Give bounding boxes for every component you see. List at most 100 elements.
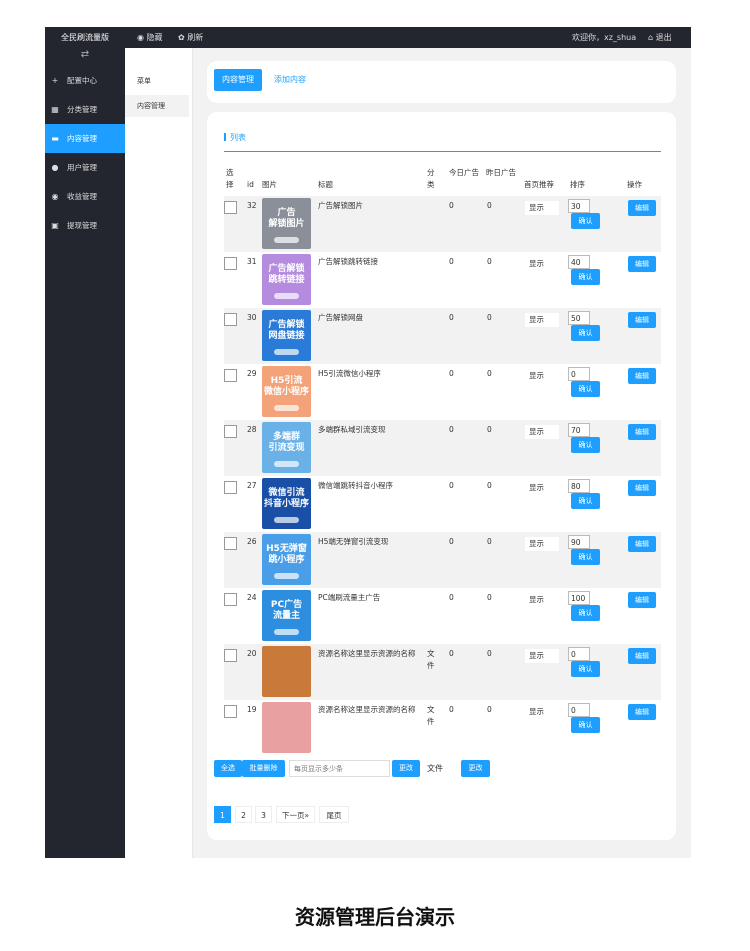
row-category: 文件 xyxy=(427,705,435,726)
tab-content-manage[interactable]: 内容管理 xyxy=(214,69,262,91)
confirm-button[interactable]: 确认 xyxy=(571,605,600,621)
thumbnail-pill xyxy=(274,237,299,243)
edit-button[interactable]: 编辑 xyxy=(628,536,656,552)
refresh-button[interactable]: ✿ 刷新 xyxy=(178,27,203,48)
sort-input[interactable] xyxy=(568,591,590,605)
gear-icon: ✿ xyxy=(178,33,185,42)
row-today: 0 xyxy=(449,705,454,714)
edit-button[interactable]: 编辑 xyxy=(628,592,656,608)
edit-button[interactable]: 编辑 xyxy=(628,648,656,664)
row-thumbnail xyxy=(262,646,311,697)
col-category: 分类 xyxy=(427,168,435,189)
row-checkbox[interactable] xyxy=(224,425,237,438)
sidebar-item-config[interactable]: + 配置中心 xyxy=(45,66,125,95)
sidebar-item-category[interactable]: ▦ 分类管理 xyxy=(45,95,125,124)
tab-add-content[interactable]: 添加内容 xyxy=(266,69,314,91)
edit-button[interactable]: 编辑 xyxy=(628,424,656,440)
sub-sidebar-item-content[interactable]: 内容管理 xyxy=(125,95,189,117)
batch-delete-button[interactable]: 批量删除 xyxy=(242,760,285,777)
row-checkbox[interactable] xyxy=(224,313,237,326)
home-recommend-select[interactable]: 显示 xyxy=(525,537,559,551)
row-today: 0 xyxy=(449,425,454,434)
row-checkbox[interactable] xyxy=(224,649,237,662)
table-row: 29 H5引流 微信小程序 H5引流微信小程序 0 0 显示确认 编辑 xyxy=(224,364,661,420)
confirm-button[interactable]: 确认 xyxy=(571,269,600,285)
confirm-button[interactable]: 确认 xyxy=(571,661,600,677)
thumbnail-text: 多端群 引流变现 xyxy=(268,432,305,453)
home-recommend-select[interactable]: 显示 xyxy=(525,705,559,719)
hide-button[interactable]: ◉ 隐藏 xyxy=(137,27,163,48)
confirm-button[interactable]: 确认 xyxy=(571,325,600,341)
edit-button[interactable]: 编辑 xyxy=(628,704,656,720)
sort-input[interactable] xyxy=(568,199,590,213)
row-checkbox[interactable] xyxy=(224,257,237,270)
home-recommend-select[interactable]: 显示 xyxy=(525,201,559,215)
last-page[interactable]: 尾页 xyxy=(319,806,349,823)
confirm-button[interactable]: 确认 xyxy=(571,549,600,565)
confirm-button[interactable]: 确认 xyxy=(571,717,600,733)
sidebar-item-content[interactable]: ▬ 内容管理 xyxy=(45,124,125,153)
select-all-button[interactable]: 全选 xyxy=(214,760,242,777)
row-yesterday: 0 xyxy=(487,649,492,658)
row-checkbox[interactable] xyxy=(224,481,237,494)
next-page[interactable]: 下一页» xyxy=(276,806,315,823)
sort-input[interactable] xyxy=(568,311,590,325)
table-row: 24 PC广告 流量主 PC端刷流量主广告 0 0 显示确认 编辑 xyxy=(224,588,661,644)
change-file-button[interactable]: 更改 xyxy=(461,760,490,777)
table-row: 27 微信引流 抖音小程序微信端跳转抖音小程序 0 0 显示确认 编辑 xyxy=(224,476,661,532)
row-title: 资源名称这里显示资源的名称 xyxy=(318,705,416,714)
confirm-button[interactable]: 确认 xyxy=(571,213,600,229)
row-checkbox[interactable] xyxy=(224,201,237,214)
user-icon: ● xyxy=(51,163,59,172)
sort-input[interactable] xyxy=(568,423,590,437)
change-per-page-button[interactable]: 更改 xyxy=(392,760,420,777)
home-recommend-select[interactable]: 显示 xyxy=(525,481,559,495)
confirm-button[interactable]: 确认 xyxy=(571,381,600,397)
sort-input[interactable] xyxy=(568,255,590,269)
row-checkbox[interactable] xyxy=(224,705,237,718)
refresh-label: 刷新 xyxy=(187,33,204,42)
home-recommend-select[interactable]: 显示 xyxy=(525,425,559,439)
page-3[interactable]: 3 xyxy=(255,806,272,823)
col-title: 标题 xyxy=(318,180,333,189)
home-recommend-select[interactable]: 显示 xyxy=(525,313,559,327)
sort-input[interactable] xyxy=(568,367,590,381)
sort-input[interactable] xyxy=(568,647,590,661)
row-today: 0 xyxy=(449,201,454,210)
confirm-button[interactable]: 确认 xyxy=(571,437,600,453)
row-id: 19 xyxy=(247,705,257,714)
sort-input[interactable] xyxy=(568,479,590,493)
home-recommend-select[interactable]: 显示 xyxy=(525,257,559,271)
card-icon: ▬ xyxy=(51,134,59,143)
thumbnail-pill xyxy=(274,293,299,299)
sidebar-toggle-icon[interactable]: ⇄ xyxy=(45,48,125,66)
edit-button[interactable]: 编辑 xyxy=(628,368,656,384)
edit-button[interactable]: 编辑 xyxy=(628,256,656,272)
home-recommend-select[interactable]: 显示 xyxy=(525,369,559,383)
logout-button[interactable]: ⌂ 退出 xyxy=(648,27,672,48)
row-title: 广告解锁网盘 xyxy=(318,313,363,322)
table-row: 30 广告解锁 网盘链接 广告解锁网盘 0 0 显示确认 编辑 xyxy=(224,308,661,364)
home-recommend-select[interactable]: 显示 xyxy=(525,649,559,663)
sidebar-item-users[interactable]: ● 用户管理 xyxy=(45,153,125,182)
page-1[interactable]: 1 xyxy=(214,806,231,823)
sidebar-item-withdraw[interactable]: ▣ 提现管理 xyxy=(45,211,125,240)
sort-input[interactable] xyxy=(568,535,590,549)
row-thumbnail: 微信引流 抖音小程序 xyxy=(262,478,311,529)
row-today: 0 xyxy=(449,313,454,322)
edit-button[interactable]: 编辑 xyxy=(628,480,656,496)
row-id: 20 xyxy=(247,649,257,658)
page-2[interactable]: 2 xyxy=(235,806,252,823)
row-checkbox[interactable] xyxy=(224,537,237,550)
confirm-button[interactable]: 确认 xyxy=(571,493,600,509)
sidebar-item-income[interactable]: ◉ 收益管理 xyxy=(45,182,125,211)
sort-input[interactable] xyxy=(568,703,590,717)
per-page-input[interactable] xyxy=(289,760,390,777)
row-checkbox[interactable] xyxy=(224,593,237,606)
home-recommend-select[interactable]: 显示 xyxy=(525,593,559,607)
row-yesterday: 0 xyxy=(487,369,492,378)
wallet-icon: ▣ xyxy=(51,221,59,230)
row-checkbox[interactable] xyxy=(224,369,237,382)
edit-button[interactable]: 编辑 xyxy=(628,312,656,328)
edit-button[interactable]: 编辑 xyxy=(628,200,656,216)
